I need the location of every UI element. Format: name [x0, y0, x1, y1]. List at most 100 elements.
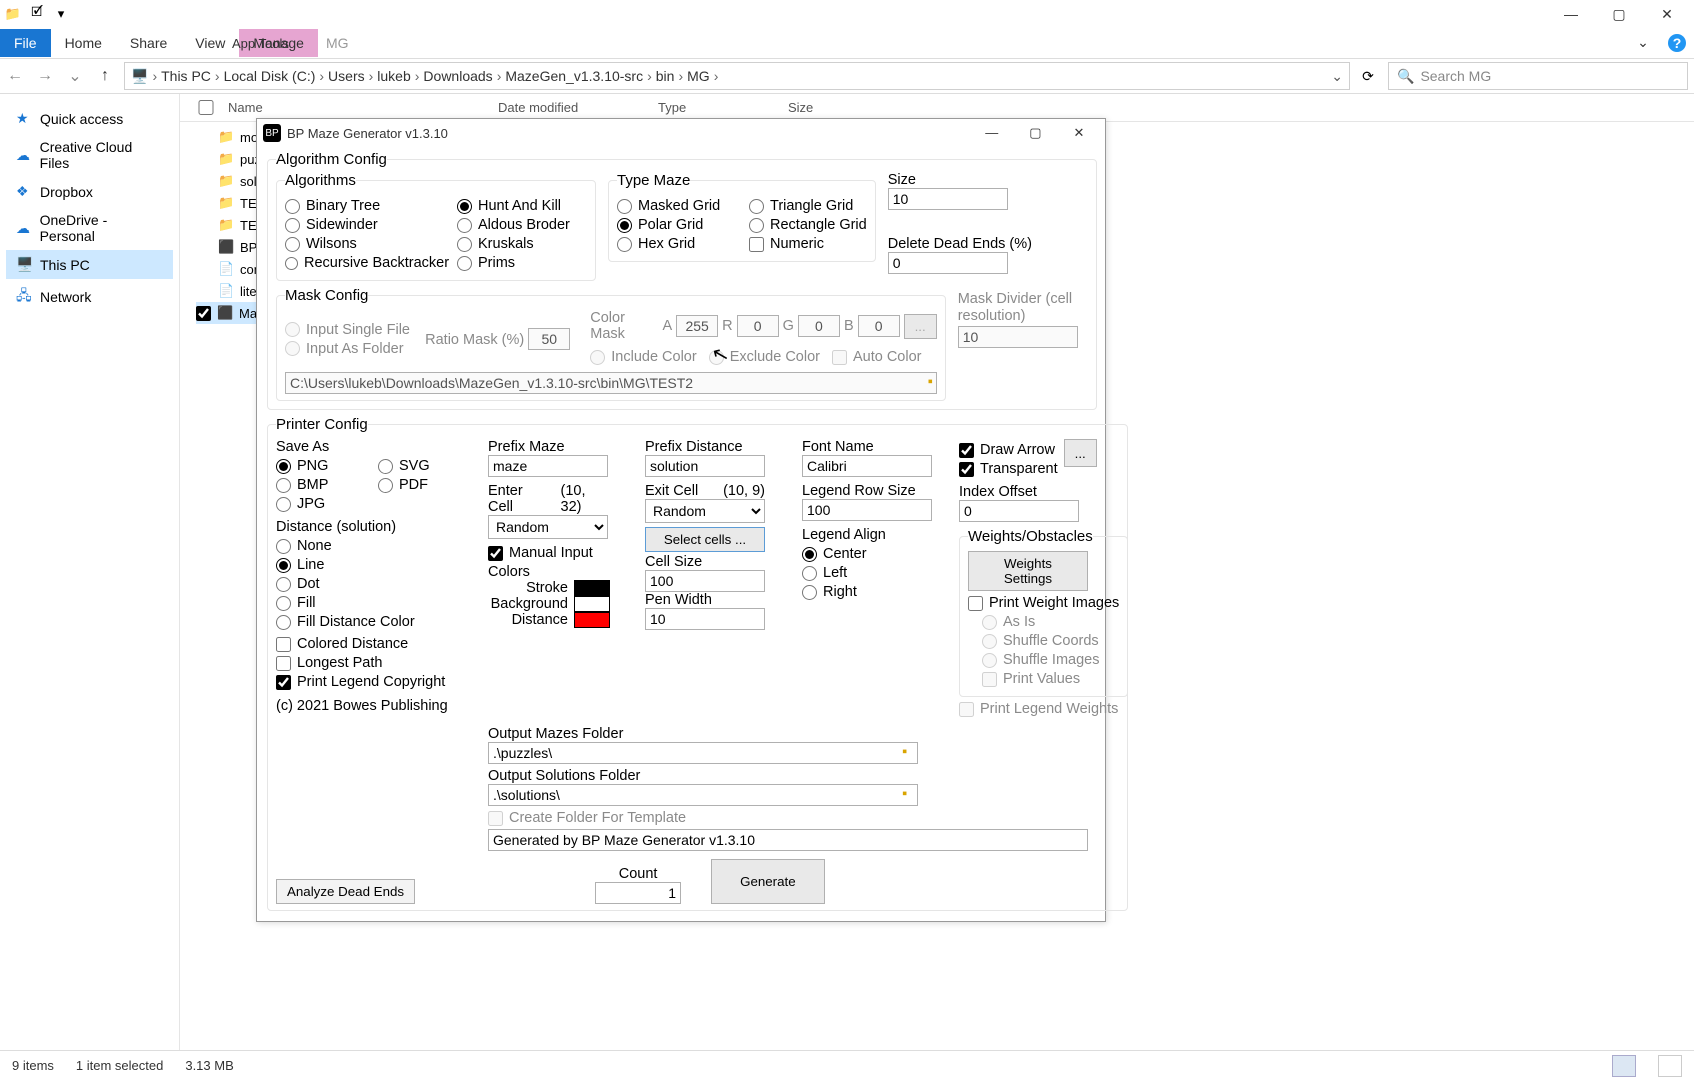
print-legend-weights[interactable]: Print Legend Weights — [959, 701, 1119, 717]
mask-a-input[interactable] — [676, 315, 718, 337]
print-weight-images[interactable]: Print Weight Images — [968, 595, 1119, 611]
mask-g-input[interactable] — [798, 315, 840, 337]
help-icon[interactable]: ? — [1668, 34, 1686, 52]
output-sol-input[interactable] — [488, 784, 918, 806]
algo-binary-tree[interactable]: Binary Tree — [285, 198, 445, 214]
home-tab[interactable]: Home — [51, 29, 116, 57]
maximize-icon[interactable]: ▢ — [1596, 2, 1642, 26]
sidebar-network[interactable]: 🖧Network — [6, 279, 173, 315]
mask-browse-button[interactable]: ... — [904, 314, 937, 339]
analyze-button[interactable]: Analyze Dead Ends — [276, 879, 415, 904]
mask-folder[interactable]: Input As Folder — [285, 341, 413, 357]
weights-settings-button[interactable]: Weights Settings — [968, 551, 1088, 591]
sidebar-this-pc[interactable]: 🖥️This PC — [6, 250, 173, 279]
algo-sidewinder[interactable]: Sidewinder — [285, 217, 445, 233]
dlg-maximize-icon[interactable]: ▢ — [1015, 125, 1055, 141]
distance-color[interactable] — [574, 612, 610, 628]
sidebar-creative-cloud[interactable]: ☁Creative Cloud Files — [6, 133, 173, 177]
prefix-dist-input[interactable] — [645, 455, 765, 477]
file-tab[interactable]: File — [0, 29, 51, 57]
forward-button[interactable]: → — [30, 67, 60, 85]
crumb[interactable]: Local Disk (C:) — [224, 68, 316, 84]
type-rectangle[interactable]: Rectangle Grid — [749, 217, 867, 233]
align-left[interactable]: Left — [802, 565, 947, 581]
crumb[interactable]: lukeb — [377, 68, 410, 84]
select-all-checkbox[interactable] — [196, 100, 216, 115]
folder-picker-icon[interactable]: ▪ — [928, 374, 933, 390]
search-box[interactable]: 🔍 Search MG — [1388, 62, 1688, 90]
dist-fill-dc[interactable]: Fill Distance Color — [276, 614, 476, 630]
type-polar[interactable]: Polar Grid — [617, 217, 737, 233]
crumb[interactable]: MG — [687, 68, 710, 84]
crumb[interactable]: MazeGen_v1.3.10-src — [505, 68, 643, 84]
exclude-color[interactable]: Exclude Color — [709, 349, 820, 365]
stroke-color[interactable] — [574, 580, 610, 596]
prefix-maze-input[interactable] — [488, 455, 608, 477]
mask-divider-input[interactable] — [958, 326, 1078, 348]
transparent[interactable]: Transparent — [959, 461, 1058, 477]
select-cells-button[interactable]: Select cells ... — [645, 527, 765, 552]
crumb[interactable]: This PC — [161, 68, 211, 84]
dlg-close-icon[interactable]: ✕ — [1059, 125, 1099, 141]
col-date[interactable]: Date modified — [486, 100, 646, 115]
generate-button[interactable]: Generate — [711, 859, 825, 904]
auto-color[interactable]: Auto Color — [832, 349, 922, 365]
folder-picker-icon[interactable]: ▪ — [902, 744, 907, 760]
colored-distance[interactable]: Colored Distance — [276, 636, 476, 652]
algo-wilsons[interactable]: Wilsons — [285, 236, 445, 252]
type-hex[interactable]: Hex Grid — [617, 236, 737, 252]
algo-hunt-kill[interactable]: Hunt And Kill — [457, 198, 570, 214]
algo-recursive[interactable]: Recursive Backtracker — [285, 255, 445, 271]
manual-input[interactable]: Manual Input — [488, 545, 633, 561]
font-name-input[interactable] — [802, 455, 932, 477]
shuffle-coords[interactable]: Shuffle Coords — [982, 633, 1119, 649]
mask-single-file[interactable]: Input Single File — [285, 322, 413, 338]
arrow-options-button[interactable]: ... — [1064, 439, 1097, 467]
fmt-png[interactable]: PNG — [276, 458, 366, 474]
enter-cell-select[interactable]: Random — [488, 515, 608, 539]
dist-dot[interactable]: Dot — [276, 576, 476, 592]
details-view-button[interactable] — [1612, 1055, 1636, 1077]
refresh-button[interactable]: ⟳ — [1354, 68, 1382, 85]
print-legend-copyright[interactable]: Print Legend Copyright — [276, 674, 476, 690]
fmt-svg[interactable]: SVG — [378, 458, 430, 474]
legend-row-input[interactable] — [802, 499, 932, 521]
col-size[interactable]: Size — [776, 100, 866, 115]
print-values[interactable]: Print Values — [982, 671, 1119, 687]
crumb[interactable]: Users — [328, 68, 365, 84]
output-mazes-input[interactable] — [488, 742, 918, 764]
share-tab[interactable]: Share — [116, 29, 181, 57]
fmt-jpg[interactable]: JPG — [276, 496, 366, 512]
delete-dead-input[interactable] — [888, 252, 1008, 274]
dist-line[interactable]: Line — [276, 557, 476, 573]
back-button[interactable]: ← — [0, 67, 30, 85]
mask-path-input[interactable] — [285, 372, 937, 394]
chevron-down-icon[interactable]: ⌄ — [1632, 34, 1654, 52]
algo-kruskals[interactable]: Kruskals — [457, 236, 570, 252]
history-button[interactable]: ⌄ — [60, 66, 90, 86]
fmt-bmp[interactable]: BMP — [276, 477, 366, 493]
dialog-titlebar[interactable]: BP BP Maze Generator v1.3.10 — ▢ ✕ — [257, 119, 1105, 147]
close-icon[interactable]: ✕ — [1644, 2, 1690, 26]
sidebar-onedrive[interactable]: ☁OneDrive - Personal — [6, 206, 173, 250]
as-is[interactable]: As Is — [982, 614, 1119, 630]
count-input[interactable] — [595, 882, 681, 904]
fmt-pdf[interactable]: PDF — [378, 477, 430, 493]
type-numeric[interactable]: Numeric — [749, 236, 867, 252]
minimize-icon[interactable]: — — [1548, 2, 1594, 26]
type-masked[interactable]: Masked Grid — [617, 198, 737, 214]
dlg-minimize-icon[interactable]: — — [972, 125, 1012, 140]
crumb-dd-icon[interactable]: ⌄ — [1331, 68, 1343, 85]
align-center[interactable]: Center — [802, 546, 947, 562]
shuffle-images[interactable]: Shuffle Images — [982, 652, 1119, 668]
dist-fill[interactable]: Fill — [276, 595, 476, 611]
align-right[interactable]: Right — [802, 584, 947, 600]
view-tab[interactable]: View — [181, 29, 239, 57]
row-checkbox[interactable] — [196, 306, 211, 321]
dd-icon[interactable]: ▾ — [52, 5, 70, 23]
algo-prims[interactable]: Prims — [457, 255, 570, 271]
save-icon[interactable]: 🗹 — [28, 5, 46, 23]
crumb[interactable]: Downloads — [423, 68, 492, 84]
sidebar-quick-access[interactable]: ★Quick access — [6, 104, 173, 133]
exit-cell-select[interactable]: Random — [645, 499, 765, 523]
